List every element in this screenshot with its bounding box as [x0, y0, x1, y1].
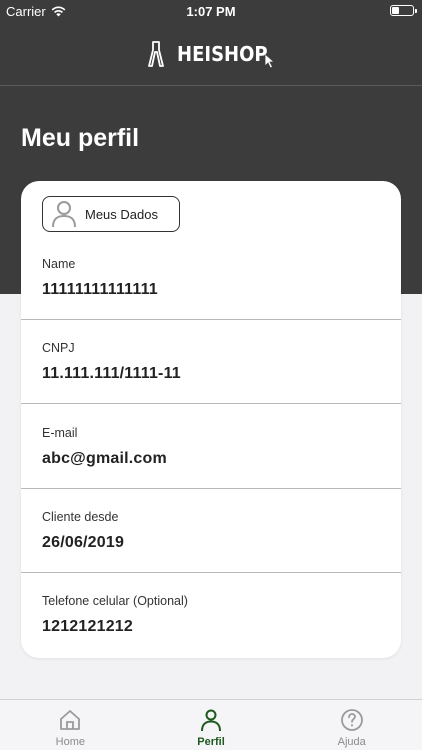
field-value: 11111111111111: [42, 281, 158, 298]
divider: [21, 488, 401, 489]
status-time: 1:07 PM: [186, 4, 236, 19]
tab-ajuda[interactable]: Ajuda: [281, 700, 422, 750]
field-name: Name 11111111111111: [21, 257, 401, 341]
field-label: Cliente desde: [42, 510, 119, 524]
person-icon: [52, 201, 76, 228]
divider: [21, 403, 401, 404]
home-icon: [60, 710, 81, 730]
person-icon: [201, 709, 221, 732]
divider: [21, 572, 401, 573]
field-value: 11.111.111/1111-11: [42, 365, 181, 382]
battery-icon: [390, 5, 417, 16]
field-label: CNPJ: [42, 341, 75, 355]
field-value: abc@gmail.com: [42, 450, 167, 467]
field-email: E-mail abc@gmail.com: [21, 426, 401, 510]
page-title: Meu perfil: [21, 124, 140, 152]
tab-label-perfil: Perfil: [197, 736, 225, 748]
divider: [21, 319, 401, 320]
field-cnpj: CNPJ 11.111.111/1111-11: [21, 341, 401, 425]
field-value: 1212121212: [42, 618, 133, 635]
field-label: E-mail: [42, 426, 78, 440]
app-header: HEISHOP: [0, 22, 422, 86]
tab-perfil[interactable]: Perfil: [141, 700, 282, 750]
tab-meus-dados[interactable]: Meus Dados: [42, 196, 180, 232]
tab-label-ajuda: Ajuda: [337, 736, 366, 748]
tab-home[interactable]: Home: [0, 700, 141, 750]
hanger-icon: [147, 40, 164, 67]
status-bar: Carrier 1:07 PM: [0, 0, 422, 22]
help-icon: [340, 709, 363, 731]
brand-logo: HEISHOP: [176, 41, 268, 66]
field-label: Telefone celular (Optional): [42, 594, 188, 608]
field-cliente-desde: Cliente desde 26/06/2019: [21, 510, 401, 594]
field-value: 26/06/2019: [42, 534, 125, 551]
field-telefone: Telefone celular (Optional) 1212121212: [21, 594, 401, 678]
tab-label-home: Home: [55, 736, 85, 748]
profile-card: Meus Dados Name 11111111111111 CNPJ 11.1…: [21, 181, 401, 658]
field-label: Name: [42, 257, 76, 271]
bottom-tab-bar: Home Perfil Ajuda: [0, 699, 422, 750]
tab-label: Meus Dados: [85, 206, 158, 222]
